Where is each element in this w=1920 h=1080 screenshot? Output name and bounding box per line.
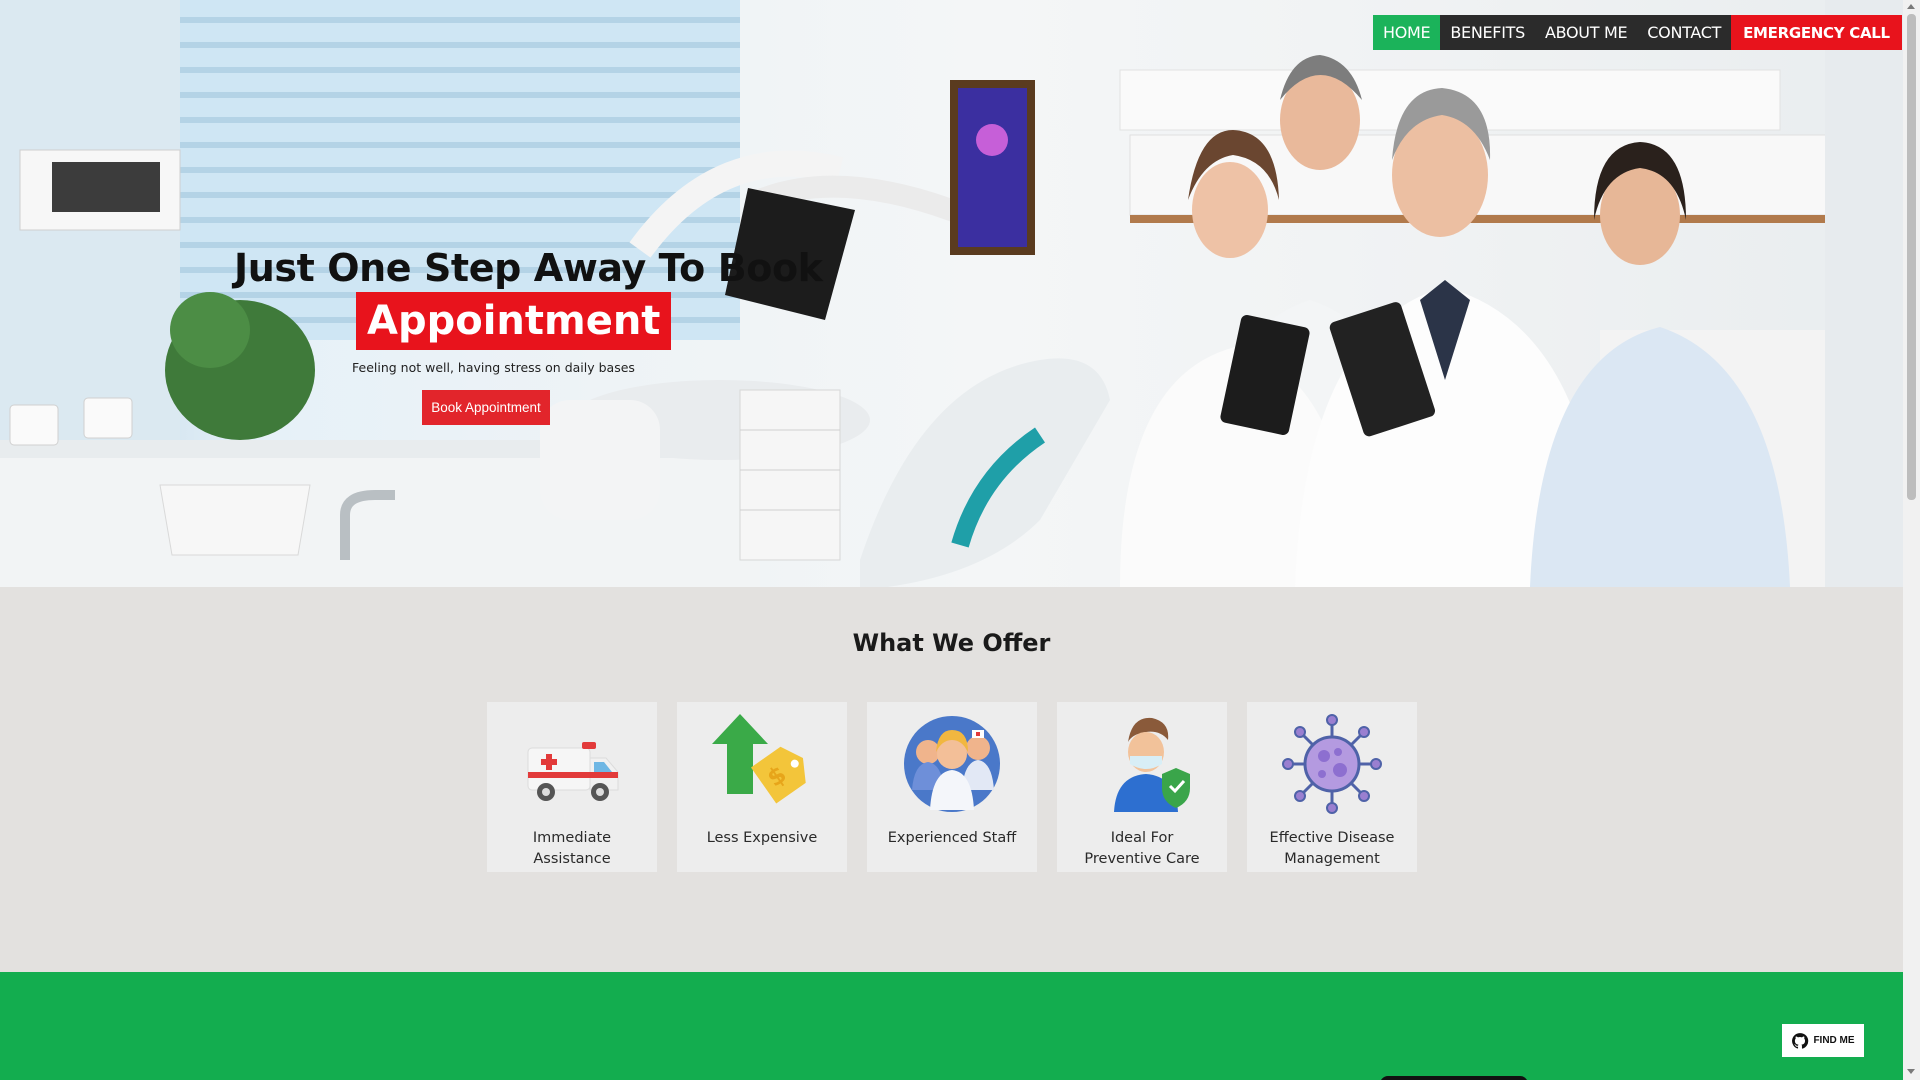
price-tag-icon: $ <box>712 714 806 804</box>
medical-staff-icon <box>904 716 1000 812</box>
offer-card-immediate-assistance: Immediate Assistance <box>487 702 657 872</box>
page: HOME BENEFITS ABOUT ME CONTACT EMERGENCY… <box>0 0 1903 1080</box>
masked-person-shield-icon <box>1114 717 1190 812</box>
offer-card-label: Experienced Staff <box>887 830 1017 846</box>
book-appointment-button[interactable]: Book Appointment <box>422 390 550 425</box>
nav-contact[interactable]: CONTACT <box>1637 15 1731 50</box>
offer-section: What We Offer Immediate Assistance $ Les… <box>0 587 1903 972</box>
ambulance-icon <box>527 742 619 801</box>
scroll-up-arrow-icon[interactable] <box>1907 4 1915 9</box>
nav-home[interactable]: HOME <box>1373 15 1441 50</box>
hero-section: HOME BENEFITS ABOUT ME CONTACT EMERGENCY… <box>0 0 1903 587</box>
nav-about-me[interactable]: ABOUT ME <box>1535 15 1637 50</box>
offer-cards: Immediate Assistance $ Less Expensive Ex… <box>487 702 1417 872</box>
github-icon <box>1792 1032 1809 1049</box>
nav-benefits[interactable]: BENEFITS <box>1440 15 1535 50</box>
offer-card-preventive-care: Ideal For Preventive Care <box>1057 702 1227 872</box>
offer-card-experienced-staff: Experienced Staff <box>867 702 1037 872</box>
hero-background-image <box>0 0 1903 587</box>
offer-card-disease-management: Effective Disease Management <box>1247 702 1417 872</box>
offer-title: What We Offer <box>852 629 1051 657</box>
green-section <box>0 972 1903 1080</box>
main-navigation: HOME BENEFITS ABOUT ME CONTACT EMERGENCY… <box>1373 15 1902 50</box>
offer-card-label: Effective Disease Management <box>1269 830 1395 867</box>
scroll-down-arrow-icon[interactable] <box>1907 1069 1915 1074</box>
hero-subtitle: Feeling not well, having stress on daily… <box>352 360 635 375</box>
green-section-button-edge[interactable] <box>1380 1076 1528 1080</box>
scrollbar-thumb[interactable] <box>1907 14 1916 500</box>
vertical-scrollbar[interactable] <box>1903 0 1920 1080</box>
hero-highlight: Appointment <box>356 292 672 350</box>
offer-card-label: Immediate Assistance <box>532 830 612 867</box>
offer-card-less-expensive: $ Less Expensive <box>677 702 847 872</box>
emergency-call-button[interactable]: EMERGENCY CALL <box>1731 15 1902 50</box>
find-me-button[interactable]: FIND ME <box>1782 1024 1864 1057</box>
find-me-label: FIND ME <box>1813 1035 1855 1046</box>
offer-card-label: Ideal For Preventive Care <box>1084 830 1200 867</box>
virus-icon <box>1282 714 1382 814</box>
offer-card-label: Less Expensive <box>706 830 818 846</box>
hero-title: Just One Step Away To Book <box>234 246 823 290</box>
